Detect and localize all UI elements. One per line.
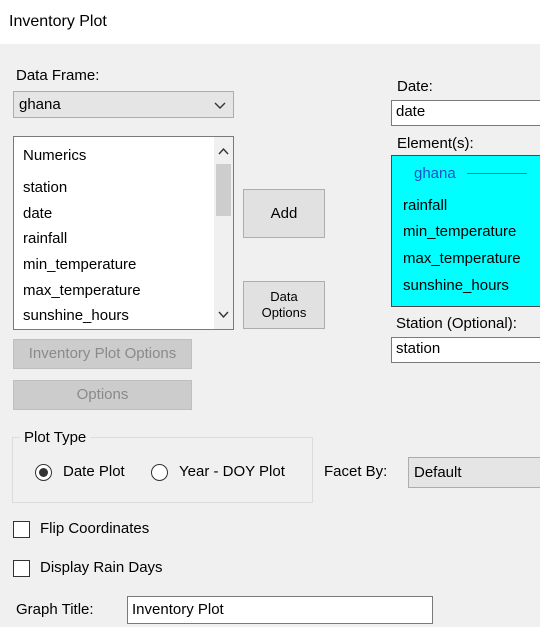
elements-label: Element(s):	[397, 135, 474, 152]
list-item[interactable]: rainfall	[23, 230, 67, 247]
data-options-label-line2: Options	[261, 305, 307, 320]
data-frame-label: Data Frame:	[16, 67, 100, 84]
add-button-label: Add	[270, 204, 298, 222]
chevron-down-icon	[214, 102, 226, 109]
flip-coordinates-checkbox[interactable]	[13, 521, 30, 538]
scrollbar-thumb[interactable]	[216, 164, 231, 216]
facet-by-label: Facet By:	[324, 463, 388, 480]
list-item[interactable]: date	[23, 205, 52, 222]
add-button[interactable]: Add	[243, 189, 325, 238]
date-plot-radio[interactable]	[35, 464, 52, 481]
options-button[interactable]: Options	[13, 380, 192, 410]
inventory-plot-options-label: Inventory Plot Options	[28, 345, 177, 362]
station-label: Station (Optional):	[396, 315, 517, 332]
flip-coordinates-label[interactable]: Flip Coordinates	[40, 520, 149, 537]
scroll-down-icon[interactable]	[218, 309, 229, 320]
receiver-item[interactable]: sunshine_hours	[403, 277, 509, 294]
graph-title-input[interactable]: Inventory Plot	[127, 596, 433, 624]
window-title: Inventory Plot	[9, 13, 107, 30]
title-bar: Inventory Plot	[0, 0, 540, 44]
graph-title-value: Inventory Plot	[132, 601, 224, 618]
data-frame-dropdown[interactable]: ghana	[13, 91, 234, 118]
list-item[interactable]: sunshine_hours	[23, 307, 129, 324]
date-receiver[interactable]: date	[391, 100, 540, 126]
elements-receiver[interactable]: ghana rainfall min_temperature max_tempe…	[391, 155, 540, 307]
receiver-item[interactable]: rainfall	[403, 197, 447, 214]
list-header: Numerics	[23, 147, 87, 164]
date-value: date	[396, 103, 426, 120]
receiver-group-header: ghana	[414, 165, 456, 182]
receiver-item[interactable]: min_temperature	[403, 223, 516, 240]
group-header-line	[467, 173, 527, 174]
facet-by-value: Default	[414, 464, 462, 481]
data-options-button[interactable]: Data Options	[243, 281, 325, 329]
graph-title-label: Graph Title:	[16, 601, 94, 618]
list-scrollbar[interactable]	[214, 137, 233, 329]
receiver-item[interactable]: max_temperature	[403, 250, 521, 267]
year-doy-plot-radio[interactable]	[151, 464, 168, 481]
scroll-up-icon[interactable]	[218, 146, 229, 157]
date-plot-label[interactable]: Date Plot	[63, 463, 125, 480]
plot-type-label: Plot Type	[20, 429, 91, 446]
inventory-plot-options-button[interactable]: Inventory Plot Options	[13, 339, 192, 369]
date-label: Date:	[397, 78, 433, 95]
year-doy-plot-label[interactable]: Year - DOY Plot	[179, 463, 285, 480]
list-item[interactable]: max_temperature	[23, 282, 141, 299]
list-item[interactable]: station	[23, 179, 67, 196]
display-rain-days-checkbox[interactable]	[13, 560, 30, 577]
station-value: station	[396, 340, 441, 357]
station-receiver[interactable]: station	[391, 337, 540, 363]
data-options-label-line1: Data	[270, 289, 298, 305]
facet-by-dropdown[interactable]: Default	[408, 457, 540, 488]
list-item[interactable]: min_temperature	[23, 256, 136, 273]
variable-list[interactable]: Numerics station date rainfall min_tempe…	[13, 136, 234, 330]
data-frame-value: ghana	[19, 96, 61, 113]
options-label: Options	[76, 386, 129, 403]
display-rain-days-label[interactable]: Display Rain Days	[40, 559, 163, 576]
